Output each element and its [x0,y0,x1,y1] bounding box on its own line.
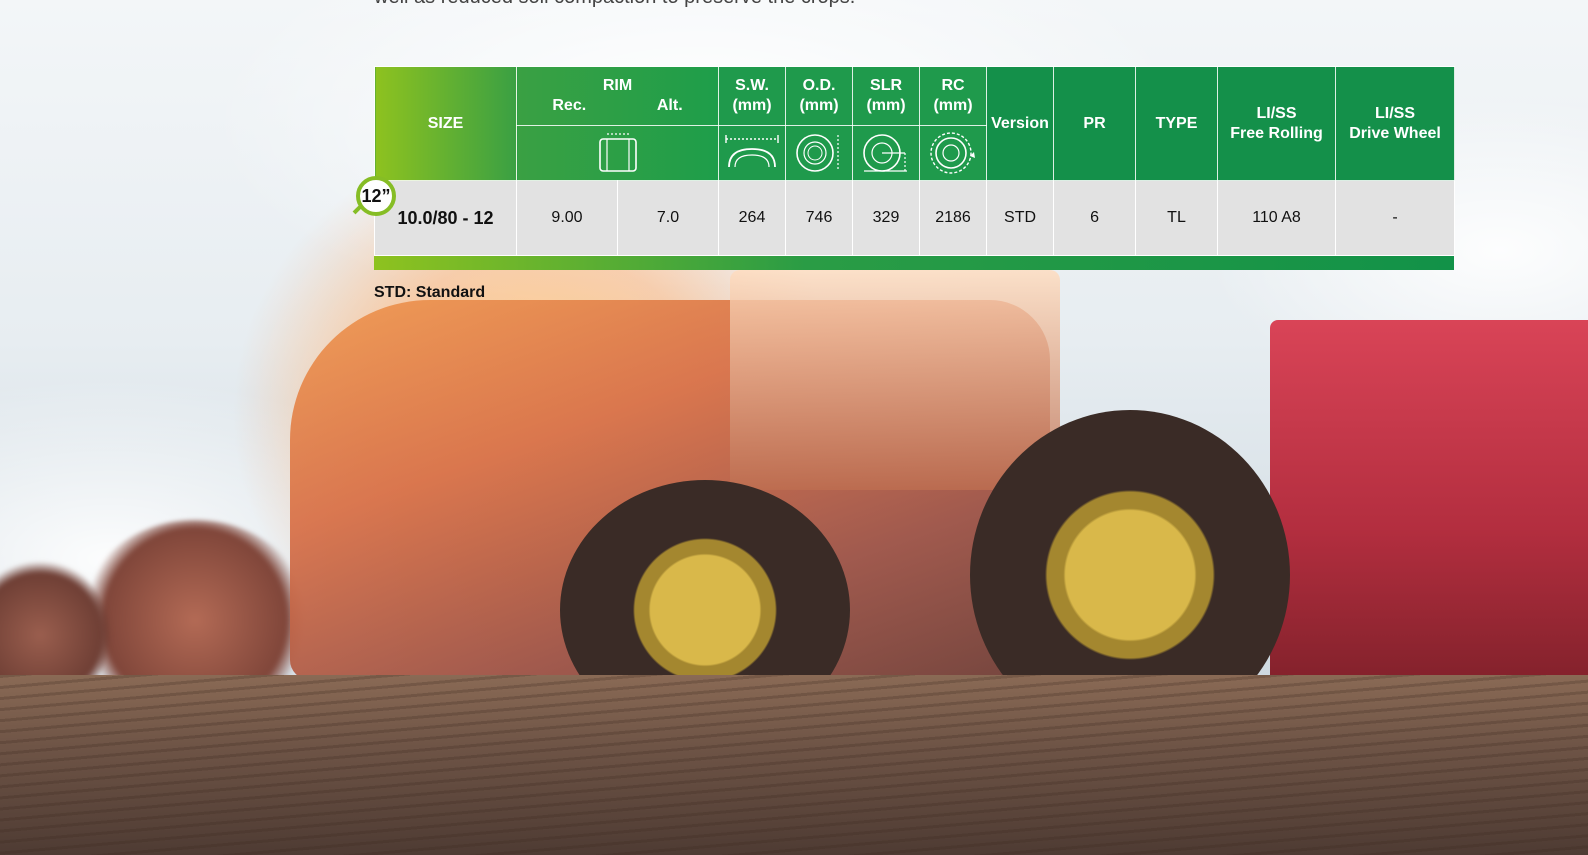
header-sw-label: S.W. [735,77,769,94]
cell-rim-alt: 7.0 [616,180,720,256]
abbreviation-note: STD: Standard [374,284,486,301]
plowed-field [0,675,1588,855]
header-liss-drive-line1: LI/SS [1375,104,1416,122]
table-footer-bar [374,256,1454,270]
intro-text: well as reduced soil compaction to prese… [374,0,855,9]
cell-sw: 264 [718,180,787,256]
cell-version: STD [986,180,1055,256]
header-rc: RC (mm) [919,66,988,126]
tire-spec-table: SIZE RIM Rec. Alt. S.W. (mm) O.D. (mm) S… [352,66,1456,270]
table-row: 10.0/80 - 12 9.00 7.0 264 746 329 2186 S… [374,180,1456,256]
header-rc-label: RC [941,77,965,94]
tractor-cab [730,270,1060,490]
cell-rc: 2186 [919,180,988,256]
cell-pr: 6 [1053,180,1137,256]
rim-icon-cell [515,125,720,181]
header-slr: SLR (mm) [852,66,921,126]
header-slr-label: SLR [870,77,903,94]
cell-liss-free: 110 A8 [1217,180,1337,256]
rc-icon-cell [919,125,988,181]
od-icon-cell [785,125,854,181]
header-pr: PR [1053,66,1137,181]
static-loaded-radius-icon [863,134,908,172]
header-liss-free-line1: LI/SS [1256,104,1297,122]
cell-od: 746 [785,180,854,256]
header-type: TYPE [1135,66,1219,181]
header-rim-alt: Alt. [656,97,683,114]
header-rim-rec: Rec. [552,97,587,114]
rim-icon [598,133,637,172]
cell-slr: 329 [852,180,921,256]
header-liss-drive-line2: Drive Wheel [1349,124,1441,142]
section-width-icon [725,135,779,168]
header-liss-drive: LI/SS Drive Wheel [1335,66,1456,181]
slr-icon-cell [852,125,921,181]
header-rim-label: RIM [602,77,633,94]
header-od-label: O.D. [802,77,836,94]
header-sw-unit: (mm) [732,97,772,114]
header-liss-free: LI/SS Free Rolling [1217,66,1337,181]
sw-icon-cell [718,125,787,181]
header-od-unit: (mm) [799,97,839,114]
rim-size-badge: 12” [356,176,396,216]
cell-liss-drive: - [1335,180,1456,256]
header-version: Version [986,66,1055,181]
outer-diameter-icon [796,134,839,172]
rolling-circumference-icon [930,132,976,174]
header-od: O.D. (mm) [785,66,854,126]
header-liss-free-line2: Free Rolling [1230,124,1323,142]
cell-type: TL [1135,180,1219,256]
header-sw: S.W. (mm) [718,66,787,126]
header-size: SIZE [374,66,517,181]
cell-rim-rec: 9.00 [516,180,618,256]
header-slr-unit: (mm) [866,97,906,114]
header-rim: RIM Rec. Alt. [515,66,720,126]
cell-size: 10.0/80 - 12 [374,180,517,256]
trailer [1270,320,1588,700]
header-rc-unit: (mm) [933,97,973,114]
